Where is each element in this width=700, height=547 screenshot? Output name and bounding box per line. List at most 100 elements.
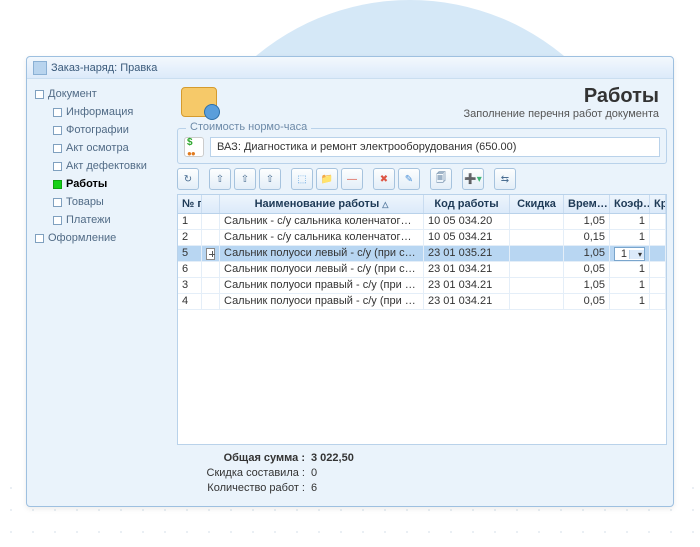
- titlebar[interactable]: Заказ-наряд: Правка: [27, 57, 673, 79]
- toolbar-button-9[interactable]: 🗐: [430, 168, 452, 190]
- cell-last: [650, 230, 666, 245]
- col-name[interactable]: Наименование работы△: [220, 195, 424, 213]
- cell-name: Сальник полуоси правый - с/у (при …: [220, 278, 424, 293]
- sidebar-item-label: Оформление: [48, 232, 116, 244]
- cell-indicator: [202, 214, 220, 229]
- header-panel: Работы Заполнение перечня работ документ…: [177, 83, 667, 126]
- sort-asc-icon: △: [382, 200, 388, 209]
- toolbar-button-5[interactable]: 📁: [316, 168, 338, 190]
- toolbar-button-7[interactable]: ✖: [373, 168, 395, 190]
- cell-name: Сальник полуоси левый - с/у (при с…: [220, 262, 424, 277]
- hour-cost-input[interactable]: ВАЗ: Диагностика и ремонт электрооборудо…: [210, 137, 660, 157]
- sidebar-item-label: Работы: [66, 178, 107, 190]
- dropdown-icon[interactable]: ▾: [629, 250, 644, 259]
- sidebar-item-label: Информация: [66, 106, 133, 118]
- table-row[interactable]: 5Сальник полуоси левый - с/у (при с…23 0…: [178, 246, 666, 262]
- sidebar-item-label: Акт осмотра: [66, 142, 129, 154]
- sidebar-item-3[interactable]: Акт осмотра: [35, 139, 169, 157]
- cell-discount: [510, 214, 564, 229]
- col-number[interactable]: № п/п: [178, 195, 202, 213]
- cell-name: Сальник - с/у сальника коленчатог…: [220, 214, 424, 229]
- cell-number: 4: [178, 294, 202, 309]
- toolbar-button-10[interactable]: ➕▾: [462, 168, 484, 190]
- sidebar-item-8[interactable]: Оформление: [35, 229, 169, 247]
- cell-time: 1,05: [564, 246, 610, 261]
- page-subtitle: Заполнение перечня работ документа: [177, 108, 659, 120]
- summary: Общая сумма : 3 022,50 Скидка составила …: [177, 445, 667, 496]
- cell-code: 23 01 035.21: [424, 246, 510, 261]
- sidebar: Документ Информация Фотографии Акт осмотра А…: [27, 79, 173, 506]
- cell-discount: [510, 230, 564, 245]
- cell-last: [650, 246, 666, 261]
- grid-header: № п/п Наименование работы△ Код работы Ск…: [178, 195, 666, 214]
- table-row[interactable]: 6Сальник полуоси левый - с/у (при с…23 0…: [178, 262, 666, 278]
- col-indicator[interactable]: [202, 195, 220, 213]
- cell-code: 23 01 034.21: [424, 278, 510, 293]
- cell-last: [650, 214, 666, 229]
- toolbar-button-2[interactable]: ⇧: [234, 168, 256, 190]
- count-value: 6: [311, 481, 317, 496]
- sidebar-item-5[interactable]: Работы: [35, 175, 169, 193]
- col-price[interactable]: Кр: [650, 195, 666, 213]
- table-row[interactable]: 2Сальник - с/у сальника коленчатог…10 05…: [178, 230, 666, 246]
- toolbar: ↻⇧⇧⇧⬚📁—✖✎🗐➕▾⇆: [177, 164, 667, 194]
- checkbox-icon: [53, 162, 62, 171]
- discount-label: Скидка составила :: [187, 466, 305, 481]
- toolbar-button-0[interactable]: ↻: [177, 168, 199, 190]
- count-label: Количество работ :: [187, 481, 305, 496]
- sidebar-item-6[interactable]: Товары: [35, 193, 169, 211]
- cell-indicator: [202, 294, 220, 309]
- sidebar-item-label: Фотографии: [66, 124, 129, 136]
- toolbar-button-3[interactable]: ⇧: [259, 168, 281, 190]
- cell-code: 23 01 034.21: [424, 294, 510, 309]
- checkbox-icon: [53, 108, 62, 117]
- checkbox-icon: [53, 216, 62, 225]
- col-coef[interactable]: Коэф…: [610, 195, 650, 213]
- cell-indicator: [202, 230, 220, 245]
- cell-number: 5: [178, 246, 202, 261]
- toolbar-button-8[interactable]: ✎: [398, 168, 420, 190]
- col-time[interactable]: Врем…: [564, 195, 610, 213]
- checkbox-icon: [53, 198, 62, 207]
- total-value: 3 022,50: [311, 451, 354, 466]
- col-discount[interactable]: Скидка: [510, 195, 564, 213]
- cell-time: 0,05: [564, 294, 610, 309]
- row-marker-icon: [206, 248, 215, 260]
- cell-code: 10 05 034.20: [424, 214, 510, 229]
- toolbar-button-1[interactable]: ⇧: [209, 168, 231, 190]
- cell-coef[interactable]: 1▾: [610, 246, 650, 261]
- main-panel: Работы Заполнение перечня работ документ…: [173, 79, 673, 506]
- toolbar-button-6[interactable]: —: [341, 168, 363, 190]
- sidebar-item-1[interactable]: Информация: [35, 103, 169, 121]
- hour-cost-legend: Стоимость нормо-часа: [186, 121, 311, 133]
- cell-time: 0,05: [564, 262, 610, 277]
- table-row[interactable]: 3Сальник полуоси правый - с/у (при …23 0…: [178, 278, 666, 294]
- hour-cost-group: Стоимость нормо-часа ВАЗ: Диагностика и …: [177, 128, 667, 164]
- checkbox-icon: [35, 234, 44, 243]
- sidebar-item-2[interactable]: Фотографии: [35, 121, 169, 139]
- cell-coef: 1: [610, 262, 650, 277]
- cell-last: [650, 262, 666, 277]
- col-code[interactable]: Код работы: [424, 195, 510, 213]
- sidebar-item-7[interactable]: Платежи: [35, 211, 169, 229]
- cell-coef: 1: [610, 278, 650, 293]
- cell-name: Сальник - с/у сальника коленчатог…: [220, 230, 424, 245]
- window-icon: [33, 61, 47, 75]
- checkbox-icon: [53, 126, 62, 135]
- currency-icon: [184, 137, 204, 157]
- works-icon: [181, 87, 217, 117]
- cell-code: 23 01 034.21: [424, 262, 510, 277]
- toolbar-button-11[interactable]: ⇆: [494, 168, 516, 190]
- table-row[interactable]: 1 Сальник - с/у сальника коленчатог…10 05…: [178, 214, 666, 230]
- sidebar-item-label: Акт дефектовки: [66, 160, 147, 172]
- sidebar-item-4[interactable]: Акт дефектовки: [35, 157, 169, 175]
- works-grid[interactable]: № п/п Наименование работы△ Код работы Ск…: [177, 194, 667, 445]
- cell-indicator: [202, 246, 220, 261]
- cell-coef: 1: [610, 214, 650, 229]
- grid-empty-space[interactable]: [178, 310, 666, 444]
- table-row[interactable]: 4Сальник полуоси правый - с/у (при …23 0…: [178, 294, 666, 310]
- cell-time: 1,05: [564, 278, 610, 293]
- window-title: Заказ-наряд: Правка: [51, 57, 157, 79]
- sidebar-item-0[interactable]: Документ: [35, 85, 169, 103]
- toolbar-button-4[interactable]: ⬚: [291, 168, 313, 190]
